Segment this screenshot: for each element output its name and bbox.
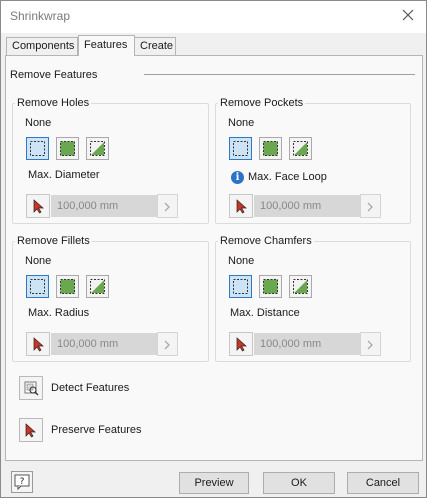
tab-components[interactable]: Components bbox=[6, 37, 78, 55]
holes-select-all-button[interactable] bbox=[56, 137, 79, 160]
select-none-icon bbox=[233, 279, 248, 294]
fillets-select-none-button[interactable] bbox=[26, 275, 49, 298]
title-bar: Shrinkwrap bbox=[1, 1, 426, 33]
close-button[interactable] bbox=[394, 3, 424, 29]
select-all-icon bbox=[60, 141, 75, 156]
pockets-select-partial-button[interactable] bbox=[289, 137, 312, 160]
pockets-selection-text: None bbox=[228, 117, 255, 129]
select-none-icon bbox=[233, 141, 248, 156]
remove-chamfers-title: Remove Chamfers bbox=[218, 235, 314, 247]
cancel-button[interactable]: Cancel bbox=[347, 472, 419, 494]
chevron-right-icon bbox=[164, 340, 170, 350]
holes-diameter-row: 100,000 mm bbox=[26, 194, 179, 218]
preserve-features-label: Preserve Features bbox=[51, 424, 142, 436]
tab-bar: Components Features Create bbox=[6, 35, 422, 56]
chamfers-distance-input[interactable]: 100,000 mm bbox=[254, 333, 360, 355]
chamfers-pick-button[interactable] bbox=[229, 332, 253, 356]
section-divider bbox=[144, 74, 415, 75]
select-partial-icon bbox=[90, 141, 105, 156]
holes-arrow-button[interactable] bbox=[157, 194, 178, 218]
select-none-icon bbox=[30, 141, 45, 156]
pockets-select-none-button[interactable] bbox=[229, 137, 252, 160]
chamfers-arrow-button[interactable] bbox=[360, 332, 381, 356]
cursor-select-icon bbox=[33, 199, 44, 214]
detect-features-icon bbox=[24, 381, 39, 396]
holes-pick-button[interactable] bbox=[26, 194, 50, 218]
fillets-select-partial-button[interactable] bbox=[86, 275, 109, 298]
svg-text:?: ? bbox=[20, 477, 25, 487]
holes-select-partial-button[interactable] bbox=[86, 137, 109, 160]
shrinkwrap-dialog: Shrinkwrap Components Features Create Re… bbox=[0, 0, 427, 498]
remove-pockets-title: Remove Pockets bbox=[218, 97, 306, 109]
remove-fillets-title: Remove Fillets bbox=[15, 235, 92, 247]
cursor-select-icon bbox=[33, 337, 44, 352]
cursor-select-icon bbox=[25, 423, 36, 438]
detect-features-button[interactable] bbox=[19, 376, 43, 400]
select-partial-icon bbox=[293, 279, 308, 294]
chevron-right-icon bbox=[367, 202, 373, 212]
pockets-select-all-button[interactable] bbox=[259, 137, 282, 160]
chamfers-select-none-button[interactable] bbox=[229, 275, 252, 298]
chamfers-max-label: Max. Distance bbox=[230, 307, 300, 319]
holes-diameter-input[interactable]: 100,000 mm bbox=[51, 195, 157, 217]
holes-select-none-button[interactable] bbox=[26, 137, 49, 160]
close-icon bbox=[402, 9, 414, 21]
tab-features[interactable]: Features bbox=[78, 35, 135, 56]
chevron-right-icon bbox=[367, 340, 373, 350]
info-icon: i bbox=[231, 171, 244, 184]
pockets-pick-button[interactable] bbox=[229, 194, 253, 218]
select-all-icon bbox=[263, 279, 278, 294]
fillets-radius-input[interactable]: 100,000 mm bbox=[51, 333, 157, 355]
holes-max-label: Max. Diameter bbox=[28, 169, 100, 181]
help-button[interactable]: ? bbox=[11, 471, 33, 493]
holes-selection-text: None bbox=[25, 117, 52, 129]
preserve-features-button[interactable] bbox=[19, 418, 43, 442]
chamfers-select-partial-button[interactable] bbox=[289, 275, 312, 298]
detect-features-label: Detect Features bbox=[51, 382, 130, 394]
pockets-arrow-button[interactable] bbox=[360, 194, 381, 218]
pockets-faceloop-input[interactable]: 100,000 mm bbox=[254, 195, 360, 217]
chamfers-selection-text: None bbox=[228, 255, 255, 267]
preview-button[interactable]: Preview bbox=[179, 472, 249, 494]
select-partial-icon bbox=[293, 141, 308, 156]
window-title: Shrinkwrap bbox=[10, 9, 71, 23]
select-all-icon bbox=[263, 141, 278, 156]
select-partial-icon bbox=[90, 279, 105, 294]
remove-holes-title: Remove Holes bbox=[15, 97, 92, 109]
fillets-radius-row: 100,000 mm bbox=[26, 332, 179, 356]
ok-button[interactable]: OK bbox=[263, 472, 335, 494]
chamfers-select-all-button[interactable] bbox=[259, 275, 282, 298]
help-icon: ? bbox=[14, 474, 30, 490]
tab-create[interactable]: Create bbox=[134, 37, 176, 55]
chamfers-distance-row: 100,000 mm bbox=[229, 332, 382, 356]
fillets-select-all-button[interactable] bbox=[56, 275, 79, 298]
fillets-max-label: Max. Radius bbox=[28, 307, 90, 319]
cursor-select-icon bbox=[236, 199, 247, 214]
fillets-selection-text: None bbox=[25, 255, 52, 267]
pockets-max-label: Max. Face Loop bbox=[248, 171, 327, 183]
select-all-icon bbox=[60, 279, 75, 294]
remove-features-heading: Remove Features bbox=[10, 69, 98, 81]
fillets-pick-button[interactable] bbox=[26, 332, 50, 356]
select-none-icon bbox=[30, 279, 45, 294]
fillets-arrow-button[interactable] bbox=[157, 332, 178, 356]
cursor-select-icon bbox=[236, 337, 247, 352]
chevron-right-icon bbox=[164, 202, 170, 212]
pockets-faceloop-row: 100,000 mm bbox=[229, 194, 382, 218]
